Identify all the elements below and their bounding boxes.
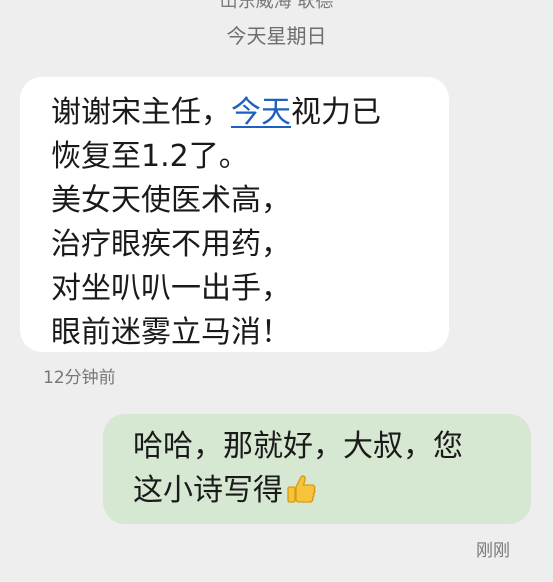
date-link[interactable]: 今天 bbox=[231, 95, 291, 130]
message-line: 谢谢宋主任，今天视力已 bbox=[51, 91, 439, 135]
message-timestamp: 刚刚 bbox=[476, 541, 510, 561]
message-line: 哈哈，那就好，大叔，您 bbox=[133, 429, 463, 464]
message-text: 谢谢宋主任， bbox=[51, 95, 231, 130]
message-timestamp: 12分钟前 bbox=[43, 368, 116, 388]
thumbs-up-icon bbox=[285, 473, 317, 505]
message-line: 眼前迷雾立马消！ bbox=[51, 315, 291, 350]
message-line: 这小诗写得 bbox=[133, 469, 521, 513]
message-line: 对坐叭叭一出手， bbox=[51, 271, 291, 306]
message-text: 这小诗写得 bbox=[133, 473, 283, 508]
message-text: 视力已 bbox=[291, 95, 381, 130]
message-line: 恢复至1.2了。 bbox=[51, 139, 249, 174]
contact-name-partial: 山东威海 耿德 bbox=[219, 0, 334, 12]
incoming-message-bubble[interactable]: 谢谢宋主任，今天视力已 恢复至1.2了。 美女天使医术高， 治疗眼疾不用药， 对… bbox=[20, 77, 449, 352]
message-line: 美女天使医术高， bbox=[51, 183, 291, 218]
message-line: 治疗眼疾不用药， bbox=[51, 227, 291, 262]
date-separator: 今天星期日 bbox=[226, 24, 327, 48]
outgoing-message-bubble[interactable]: 哈哈，那就好，大叔，您 这小诗写得 bbox=[103, 414, 531, 524]
